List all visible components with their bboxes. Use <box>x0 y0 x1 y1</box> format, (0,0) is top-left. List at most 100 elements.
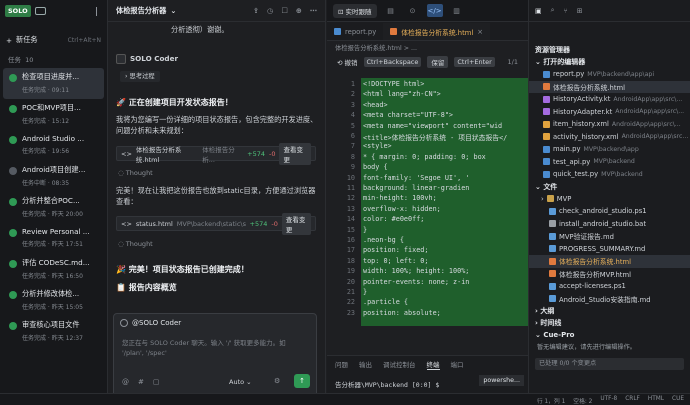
open-editor-item[interactable]: 体检报告分析系统.html <box>529 80 690 93</box>
file-tree-item[interactable]: Android_Studio安装指南.md <box>529 293 690 306</box>
extensions-icon[interactable]: ⊞ <box>577 7 583 15</box>
open-editor-item[interactable]: HistoryActivity.kt AndroidApp\app\src\... <box>529 93 690 106</box>
task-title: Review Personal ... <box>22 227 90 236</box>
panel-toggle-icon[interactable] <box>34 7 46 15</box>
files-section[interactable]: ⌄ 文件 <box>529 181 690 193</box>
task-title: 审查核心项目文件 <box>22 320 80 329</box>
thought-label[interactable]: ◌ Thought <box>118 240 153 248</box>
cursor-position[interactable]: 行 1，列 1 <box>537 396 565 405</box>
breadcrumb[interactable]: 体检报告分析系统.html > ... <box>327 41 528 53</box>
at-icon[interactable]: @ <box>122 378 129 386</box>
file-tree-item[interactable]: check_android_studio.ps1 <box>529 205 690 218</box>
keep-button[interactable]: 保留 <box>427 56 449 68</box>
cue-status[interactable]: CUE <box>672 396 684 405</box>
cuepro-text: 暂无编辑建议，请先进行编辑操作。 <box>537 344 636 351</box>
file-tree-item[interactable]: PROGRESS_SUMMARY.md <box>529 243 690 256</box>
open-editors-section[interactable]: ⌄ 打开的编辑器 <box>529 56 690 68</box>
task-item[interactable]: Review Personal ... 任务完成 · 昨天 17:51 <box>3 223 104 254</box>
collapse-icon[interactable] <box>96 6 102 16</box>
code-line: top: 0; left: 0; <box>363 256 429 265</box>
file-tree-item[interactable]: 体检报告分析MVP.html <box>529 268 690 281</box>
file-change-card-2[interactable]: <> status.html MVP\backend\static\stat..… <box>116 212 316 235</box>
encoding[interactable]: UTF-8 <box>600 396 617 405</box>
file-change-card[interactable]: <> 体检报告分析系统.html 体检报告分析... +574 -0 查看变更 <box>116 142 316 165</box>
more-icon[interactable]: ⋯ <box>310 6 317 15</box>
task-item[interactable]: Android Studio ... 任务完成 · 19:56 <box>3 130 104 161</box>
split-icon[interactable]: ▥ <box>449 4 465 17</box>
thinking-toggle[interactable]: › 思考过程 <box>120 71 160 82</box>
terminal-tab[interactable]: 输出 <box>359 359 372 370</box>
task-item[interactable]: 检查项目进度并... 任务完成 · 09:11 <box>3 68 104 99</box>
open-editor-item[interactable]: main.py MVP\backend\app <box>529 143 690 156</box>
git-icon[interactable]: ⑂ <box>564 7 568 15</box>
view-changes-button[interactable]: 查看变更 <box>279 142 312 165</box>
folder-mvp[interactable]: › MVP <box>529 193 690 206</box>
file-tree-item[interactable]: accept-licenses.ps1 <box>529 280 690 293</box>
view-changes-button[interactable]: 查看变更 <box>281 212 311 235</box>
search-icon[interactable]: ⌕ <box>551 6 555 15</box>
chevron-down-icon[interactable]: ⌄ <box>170 6 176 15</box>
mode-select[interactable]: Auto ⌄ <box>229 378 252 386</box>
task-item[interactable]: 分析并修改体检... 任务完成 · 昨天 15:05 <box>3 285 104 316</box>
chat-input-box[interactable]: @SOLO Coder 您正在与 SOLO Coder 聊天。输入 '/' 获取… <box>113 313 317 397</box>
line-ending[interactable]: CRLF <box>625 396 640 405</box>
add-icon[interactable]: ⊕ <box>296 6 302 15</box>
thought-label[interactable]: ◌ Thought <box>118 169 153 177</box>
doc-icon[interactable]: ▤ <box>383 4 399 17</box>
terminal-prompt[interactable]: 告分析器\MVP\backend [0:0] $ <box>335 379 439 389</box>
open-editor-item[interactable]: item_history.xml AndroidApp\app\src\... <box>529 118 690 131</box>
send-button[interactable]: ↑ <box>294 374 310 388</box>
file-tree-item[interactable]: MVP验证报告.md <box>529 230 690 243</box>
indent-setting[interactable]: 空格: 2 <box>573 396 592 405</box>
tab-report-py[interactable]: report.py <box>327 23 383 40</box>
terminal-tab[interactable]: 端口 <box>451 359 464 370</box>
file-icon: <> <box>121 219 132 228</box>
open-editor-item[interactable]: report.py MVP\backend\app\api <box>529 68 690 81</box>
task-item[interactable]: POC和MVP项目... 任务完成 · 15:12 <box>3 99 104 130</box>
terminal-tab[interactable]: 调试控制台 <box>383 359 416 370</box>
open-editor-item[interactable]: test_api.py MVP\backend <box>529 156 690 169</box>
task-item[interactable]: 审查核心项目文件 任务完成 · 昨天 12:37 <box>3 316 104 347</box>
terminal-shell[interactable]: powershe... <box>479 375 524 386</box>
history-icon[interactable]: ◷ <box>267 6 273 15</box>
code-area[interactable]: 1 <!DOCTYPE html> 2 <html lang="zh-CN"> 3 <he… <box>327 78 528 326</box>
live-follow-button[interactable]: ⊡ 实时跟随 <box>333 3 377 18</box>
code-line: body { <box>363 163 388 172</box>
new-task-button[interactable]: + 新任务 Ctrl+Alt+N <box>0 32 107 48</box>
browser-icon[interactable]: ⊙ <box>405 4 421 17</box>
files-icon[interactable]: ▣ <box>535 7 542 15</box>
open-editor-item[interactable]: quick_test.py MVP\backend <box>529 168 690 181</box>
diff-actions: ⟲ 撤销 Ctrl+Backspace 保留 Ctrl+Enter 1/1 <box>337 56 518 68</box>
line-number: 6 <box>350 132 355 140</box>
code-line: .neon-bg { <box>363 236 404 244</box>
open-editor-item[interactable]: HistoryAdapter.kt AndroidApp\app\src\... <box>529 106 690 119</box>
file-tree-item[interactable]: install_android_studio.bat <box>529 218 690 231</box>
share-icon[interactable]: ⇪ <box>253 6 259 15</box>
timeline-section[interactable]: › 时间线 <box>529 317 690 329</box>
hash-icon[interactable]: # <box>138 378 144 386</box>
chat-input-placeholder[interactable]: 您正在与 SOLO Coder 聊天。输入 '/' 获取更多能力。如 '/pla… <box>122 338 307 358</box>
settings-icon[interactable]: ⚙ <box>274 377 280 385</box>
tab-html-report[interactable]: 体检报告分析系统.html × <box>383 23 490 40</box>
undo-button[interactable]: ⟲ 撤销 <box>337 57 358 67</box>
comment-icon[interactable]: ☐ <box>281 6 287 15</box>
status-check-icon <box>9 322 17 330</box>
code-line: } <box>363 225 368 234</box>
image-icon[interactable]: ▢ <box>153 378 160 386</box>
terminal-tab[interactable]: 问题 <box>335 359 348 370</box>
language-mode[interactable]: HTML <box>648 396 664 405</box>
task-item[interactable]: 分析并整合POC... 任务完成 · 昨天 20:00 <box>3 192 104 223</box>
outline-section[interactable]: › 大纲 <box>529 305 690 317</box>
task-item[interactable]: 评估 CODeSC.md... 任务完成 · 昨天 16:50 <box>3 254 104 285</box>
code-icon[interactable]: </> <box>426 4 443 17</box>
at-icon <box>120 319 128 327</box>
task-item[interactable]: Android项目创建... 任务中断 · 08:35 <box>3 161 104 192</box>
task-title: 分析并修改体检... <box>22 289 80 298</box>
file-type-icon <box>549 245 556 253</box>
message-text: 我将为您编写一份详细的项目状态报告，包含完整的开发进度、问题分析和未来规划： <box>116 115 318 135</box>
cuepro-section[interactable]: ⌄ Cue-Pro <box>529 329 690 341</box>
open-editor-item[interactable]: activity_history.xml AndroidApp\app\src..… <box>529 131 690 144</box>
terminal-tab[interactable]: 终端 <box>426 359 440 370</box>
agent-avatar <box>116 53 126 64</box>
file-tree-item[interactable]: 体检报告分析系统.html <box>529 255 690 268</box>
